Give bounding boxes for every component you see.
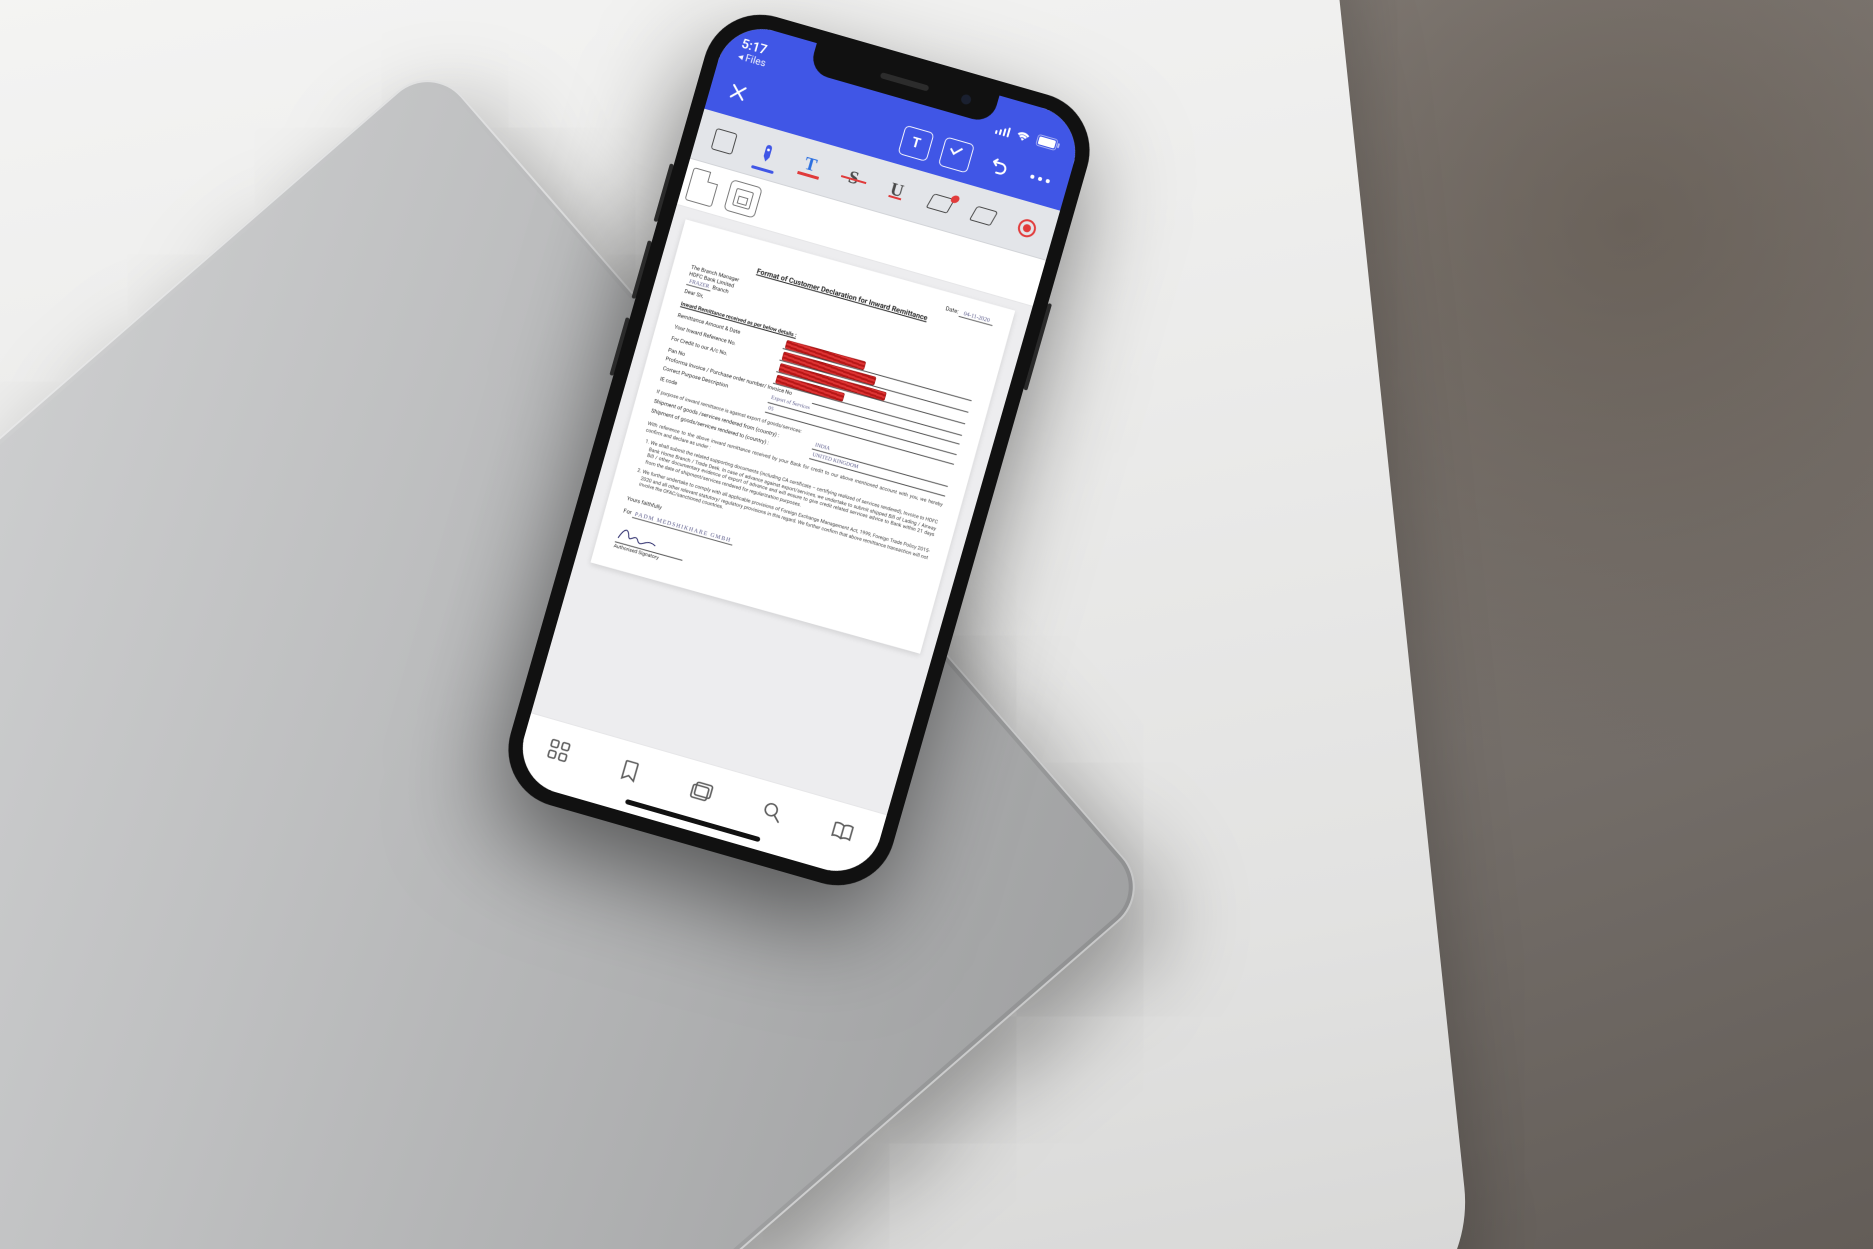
search-button[interactable]	[744, 788, 800, 836]
wifi-icon	[1014, 128, 1033, 144]
close-button[interactable]	[713, 68, 762, 117]
tabs-button[interactable]	[673, 767, 729, 815]
reader-view-button[interactable]	[815, 808, 871, 856]
bookmark-button[interactable]	[602, 747, 658, 795]
page-thumbnail-button[interactable]	[683, 162, 722, 212]
scene: 5:17 ◂ Files	[0, 0, 1873, 1249]
battery-icon	[1035, 134, 1061, 152]
document-page[interactable]: Date: 04-11-2020 Format of Customer Decl…	[591, 219, 1016, 653]
checkbox-tool-button[interactable]	[938, 136, 975, 173]
undo-button[interactable]	[973, 142, 1022, 191]
text-tool-button[interactable]: T	[897, 125, 934, 162]
save-button[interactable]	[723, 179, 763, 219]
record-button[interactable]	[1000, 201, 1053, 255]
cellular-icon	[994, 123, 1011, 138]
more-menu-button[interactable]	[1015, 154, 1064, 203]
grid-view-button[interactable]	[531, 727, 587, 775]
